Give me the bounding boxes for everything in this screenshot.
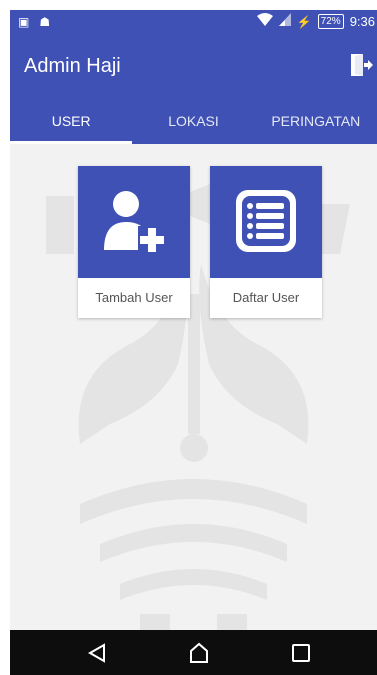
tab-peringatan[interactable]: PERINGATAN	[255, 98, 377, 144]
daftar-user-card-image	[210, 166, 322, 278]
battery-level: 72%	[317, 14, 344, 29]
status-bar: ▣ ☗ ⚡ 72% 9:36	[10, 10, 377, 34]
tambah-user-card-image	[78, 166, 190, 278]
recents-icon[interactable]	[290, 642, 312, 664]
back-icon[interactable]	[86, 642, 108, 664]
logout-icon[interactable]	[349, 52, 373, 78]
tab-lokasi[interactable]: LOKASI	[132, 98, 254, 144]
status-time: 9:36	[349, 14, 375, 29]
tambah-user-label: Tambah User	[95, 290, 173, 305]
home-icon[interactable]	[188, 642, 210, 664]
tab-lokasi-label: LOKASI	[168, 113, 219, 129]
signal-icon	[278, 13, 291, 30]
wifi-icon	[256, 13, 273, 30]
tab-bar: USER LOKASI PERINGATAN	[10, 98, 377, 144]
tab-user-label: USER	[51, 113, 91, 129]
app-title: Admin Haji	[24, 55, 121, 77]
add-user-icon	[104, 191, 166, 254]
tab-user[interactable]: USER	[10, 98, 133, 144]
navigation-bar	[10, 630, 377, 675]
charging-icon: ⚡	[296, 14, 312, 29]
android-icon: ☗	[39, 15, 51, 29]
tab-peringatan-label: PERINGATAN	[271, 113, 361, 129]
main-content: Tambah User Daftar User	[10, 144, 377, 630]
daftar-user-label: Daftar User	[232, 290, 300, 305]
bbm-icon: ▣	[18, 15, 30, 29]
tambah-user-card[interactable]: Tambah User	[78, 166, 190, 318]
list-icon	[236, 190, 296, 252]
app-bar: Admin Haji	[10, 34, 377, 98]
daftar-user-card[interactable]: Daftar User	[210, 166, 322, 318]
